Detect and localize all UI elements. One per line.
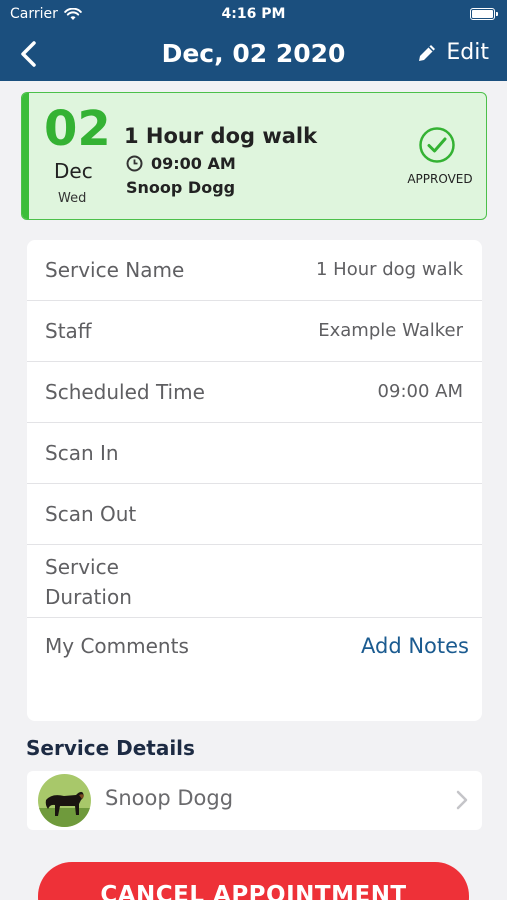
service-name-value: 1 Hour dog walk xyxy=(315,259,463,280)
service-duration-row: Service Duration xyxy=(27,545,482,618)
scan-in-label: Scan In xyxy=(45,441,119,465)
comments-row: My Comments Add Notes xyxy=(27,618,482,721)
service-duration-label-line2: Duration xyxy=(45,585,132,609)
scan-out-row: Scan Out xyxy=(27,484,482,545)
cancel-appointment-button[interactable]: CANCEL APPOINTMENT xyxy=(38,862,469,900)
scheduled-time-value: 09:00 AM xyxy=(377,381,463,402)
scan-out-label: Scan Out xyxy=(45,502,137,526)
add-notes-button[interactable]: Add Notes xyxy=(361,631,469,661)
comments-label: My Comments xyxy=(45,634,189,658)
appointment-time-row: 09:00 AM xyxy=(126,154,236,173)
staff-row: Staff Example Walker xyxy=(27,301,482,362)
status-bar: Carrier 4:16 PM xyxy=(0,0,507,30)
appointment-day: 02 xyxy=(44,101,111,157)
appointment-pet: Snoop Dogg xyxy=(126,178,236,197)
chevron-right-icon xyxy=(456,790,468,810)
navigation-bar: Dec, 02 2020 Edit xyxy=(0,30,507,80)
staff-label: Staff xyxy=(45,319,92,343)
status-accent-bar xyxy=(22,93,29,219)
appointment-month: Dec xyxy=(54,159,93,183)
edit-label: Edit xyxy=(446,40,489,65)
appointment-service: 1 Hour dog walk xyxy=(124,124,318,148)
header: Carrier 4:16 PM Dec, 02 2020 Edit xyxy=(0,0,507,81)
battery-icon xyxy=(470,8,498,20)
appointment-card: 02 Dec Wed 1 Hour dog walk 09:00 AM Snoo… xyxy=(21,92,487,220)
status-time: 4:16 PM xyxy=(221,6,286,22)
status-badge: APPROVED xyxy=(407,172,473,186)
scheduled-time-label: Scheduled Time xyxy=(45,380,205,404)
scan-in-row: Scan In xyxy=(27,423,482,484)
pet-name: Snoop Dogg xyxy=(105,786,234,810)
scheduled-time-row: Scheduled Time 09:00 AM xyxy=(27,362,482,423)
appointment-weekday: Wed xyxy=(58,191,87,206)
staff-value: Example Walker xyxy=(318,320,463,341)
check-circle-icon xyxy=(419,127,455,163)
appointment-time: 09:00 AM xyxy=(151,154,236,173)
pencil-icon xyxy=(419,44,436,61)
edit-button[interactable]: Edit xyxy=(416,40,489,65)
service-details-heading: Service Details xyxy=(26,736,195,760)
details-list: Service Name 1 Hour dog walk Staff Examp… xyxy=(27,240,482,721)
service-duration-label-line1: Service xyxy=(45,555,119,579)
service-name-row: Service Name 1 Hour dog walk xyxy=(27,240,482,301)
pet-avatar xyxy=(38,774,91,827)
clock-icon xyxy=(126,155,143,172)
pet-list-item[interactable]: Snoop Dogg xyxy=(27,771,482,830)
service-name-label: Service Name xyxy=(45,258,185,282)
